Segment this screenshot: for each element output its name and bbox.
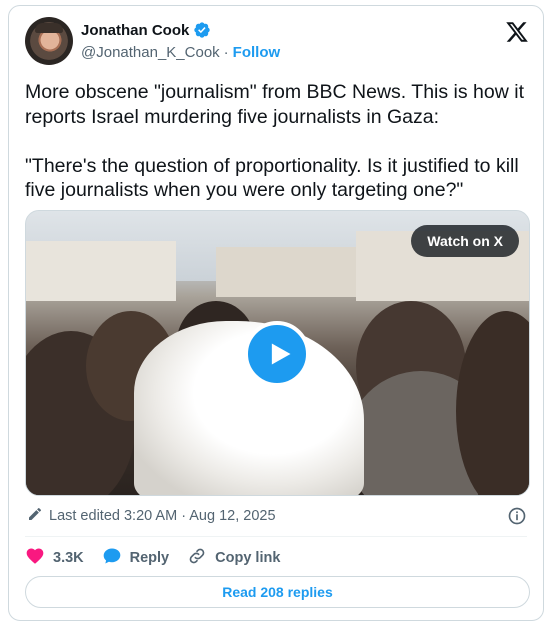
tweet-paragraph: "There's the question of proportionality… <box>25 154 519 202</box>
like-button[interactable]: 3.3K <box>25 546 84 570</box>
author-display-name[interactable]: Jonathan Cook <box>81 22 189 39</box>
video-media[interactable]: Watch on X <box>25 210 530 496</box>
tweet-paragraph: More obscene "journalism" from BBC News.… <box>25 81 524 128</box>
info-icon[interactable] <box>507 506 527 526</box>
divider <box>25 536 527 537</box>
author-handle[interactable]: @Jonathan_K_Cook <box>81 44 220 61</box>
reply-label: Reply <box>129 550 170 566</box>
reply-bubble-icon <box>102 546 122 570</box>
tweet-text: More obscene "journalism" from BBC News.… <box>25 80 535 227</box>
copy-link-button[interactable]: Copy link <box>187 546 280 570</box>
play-icon[interactable] <box>244 321 310 387</box>
video-scenery <box>456 311 529 495</box>
copy-link-label: Copy link <box>215 550 281 566</box>
watch-on-x-button[interactable]: Watch on X <box>411 225 519 257</box>
author-avatar[interactable] <box>25 17 73 65</box>
pencil-icon <box>27 506 43 526</box>
x-logo-icon[interactable] <box>505 20 529 44</box>
like-count: 3.3K <box>53 550 84 566</box>
verified-badge-icon <box>193 21 211 39</box>
separator-dot: · <box>223 44 229 61</box>
follow-button[interactable]: Follow <box>233 44 281 61</box>
tweet-card: Jonathan Cook @Jonathan_K_Cook · Follow … <box>8 5 544 621</box>
read-replies-button[interactable]: Read 208 replies <box>25 576 530 608</box>
edited-text: Last edited 3:20 AM · Aug 12, 2025 <box>49 508 276 524</box>
heart-icon <box>25 546 45 570</box>
video-scenery <box>26 241 176 301</box>
edited-timestamp[interactable]: Last edited 3:20 AM · Aug 12, 2025 <box>27 506 276 526</box>
reply-button[interactable]: Reply <box>102 546 170 570</box>
link-icon <box>187 546 207 570</box>
video-scenery <box>216 247 356 297</box>
author-name-row: Jonathan Cook <box>81 21 211 39</box>
action-bar: 3.3K Reply Copy link <box>25 546 298 570</box>
author-handle-row: @Jonathan_K_Cook · Follow <box>81 44 280 61</box>
